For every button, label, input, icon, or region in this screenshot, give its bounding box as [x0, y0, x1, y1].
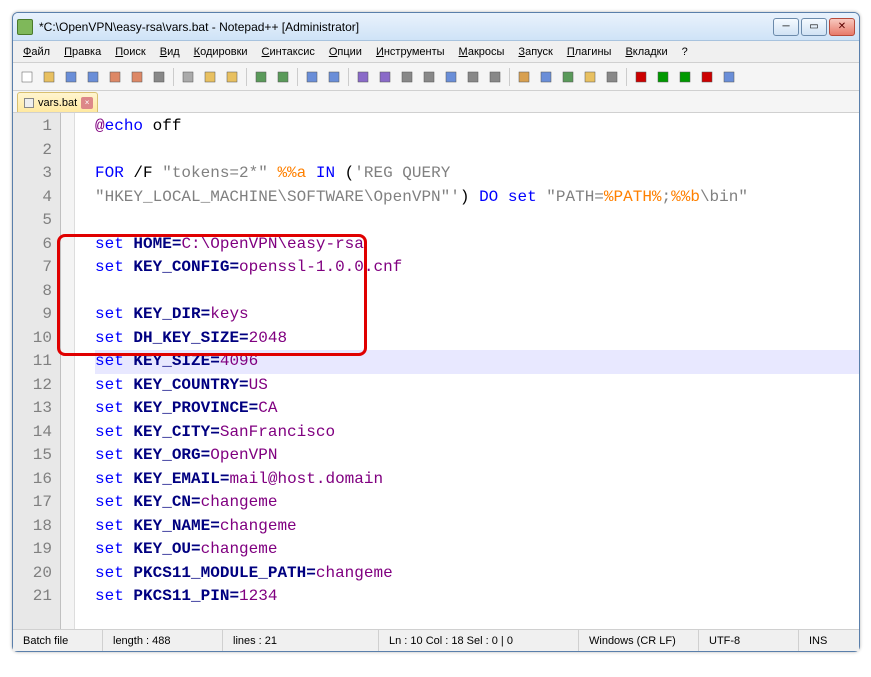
toolbar-separator	[246, 68, 247, 86]
code-line[interactable]: set KEY_NAME=changeme	[95, 515, 859, 539]
code-line[interactable]: set PKCS11_PIN=1234	[95, 585, 859, 609]
code-line[interactable]: set KEY_OU=changeme	[95, 538, 859, 562]
status-language: Batch file	[13, 630, 103, 651]
code-line[interactable]: @echo off	[95, 115, 859, 139]
status-lines: lines : 21	[223, 630, 379, 651]
code-line[interactable]: set KEY_CN=changeme	[95, 491, 859, 515]
menu-вкладки[interactable]: Вкладки	[619, 44, 673, 60]
code-line[interactable]: set KEY_CITY=SanFrancisco	[95, 421, 859, 445]
code-line[interactable]	[95, 139, 859, 163]
status-encoding: UTF-8	[699, 630, 799, 651]
play-icon[interactable]	[653, 67, 673, 87]
editor[interactable]: 123456789101112131415161718192021 @echo …	[13, 113, 859, 629]
file-tab[interactable]: vars.bat ×	[17, 92, 98, 112]
print-icon[interactable]	[149, 67, 169, 87]
code-line[interactable]: set KEY_EMAIL=mail@host.domain	[95, 468, 859, 492]
window-controls: ─ ▭ ✕	[773, 18, 855, 36]
window-title: *C:\OpenVPN\easy-rsa\vars.bat - Notepad+…	[39, 20, 773, 34]
code-line[interactable]: set KEY_ORG=OpenVPN	[95, 444, 859, 468]
menu-поиск[interactable]: Поиск	[109, 44, 151, 60]
menu-опции[interactable]: Опции	[323, 44, 368, 60]
menu-вид[interactable]: Вид	[154, 44, 186, 60]
code-line[interactable]: set DH_KEY_SIZE=2048	[95, 327, 859, 351]
sync-h-icon[interactable]	[419, 67, 439, 87]
tab-label: vars.bat	[38, 97, 77, 109]
maximize-button[interactable]: ▭	[801, 18, 827, 36]
app-window: *C:\OpenVPN\easy-rsa\vars.bat - Notepad+…	[12, 12, 860, 652]
code-line[interactable]: set KEY_SIZE=4096	[95, 350, 859, 374]
zoom-out-icon[interactable]	[375, 67, 395, 87]
code-line[interactable]: set KEY_PROVINCE=CA	[95, 397, 859, 421]
close-button[interactable]: ✕	[829, 18, 855, 36]
menu-кодировки[interactable]: Кодировки	[188, 44, 254, 60]
wrap-icon[interactable]	[441, 67, 461, 87]
code-line[interactable]: set KEY_DIR=keys	[95, 303, 859, 327]
menu-правка[interactable]: Правка	[58, 44, 107, 60]
tab-bar: vars.bat ×	[13, 91, 859, 113]
file-icon	[24, 98, 34, 108]
monitor-icon[interactable]	[602, 67, 622, 87]
title-bar[interactable]: *C:\OpenVPN\easy-rsa\vars.bat - Notepad+…	[13, 13, 859, 41]
save-all-icon[interactable]	[83, 67, 103, 87]
minimize-button[interactable]: ─	[773, 18, 799, 36]
tab-close-icon[interactable]: ×	[81, 97, 93, 109]
menu-инструменты[interactable]: Инструменты	[370, 44, 451, 60]
lang-user-icon[interactable]	[514, 67, 534, 87]
app-icon	[17, 19, 33, 35]
play-mult-icon[interactable]	[675, 67, 695, 87]
code-line[interactable]	[95, 609, 859, 630]
zoom-in-icon[interactable]	[353, 67, 373, 87]
menu-bar: ФайлПравкаПоискВидКодировкиСинтаксисОпци…	[13, 41, 859, 63]
toolbar-separator	[626, 68, 627, 86]
close-file-icon[interactable]	[105, 67, 125, 87]
code-line[interactable]: set KEY_COUNTRY=US	[95, 374, 859, 398]
record-icon[interactable]	[631, 67, 651, 87]
toolbar	[13, 63, 859, 91]
all-chars-icon[interactable]	[463, 67, 483, 87]
code-line[interactable]	[95, 280, 859, 304]
redo-icon[interactable]	[273, 67, 293, 87]
undo-icon[interactable]	[251, 67, 271, 87]
code-line[interactable]	[95, 209, 859, 233]
status-length: length : 488	[103, 630, 223, 651]
code-area[interactable]: @echo off FOR /F "tokens=2*" %%a IN ('RE…	[61, 113, 859, 629]
doc-map-icon[interactable]	[536, 67, 556, 87]
status-insert-mode: INS	[799, 630, 859, 651]
paste-icon[interactable]	[222, 67, 242, 87]
stop-icon[interactable]	[697, 67, 717, 87]
indent-guide-icon[interactable]	[485, 67, 505, 87]
toolbar-separator	[509, 68, 510, 86]
code-line[interactable]: "HKEY_LOCAL_MACHINE\SOFTWARE\OpenVPN"') …	[95, 186, 859, 210]
menu-макросы[interactable]: Макросы	[453, 44, 511, 60]
status-bar: Batch file length : 488 lines : 21 Ln : …	[13, 629, 859, 651]
folder-icon[interactable]	[580, 67, 600, 87]
toolbar-separator	[173, 68, 174, 86]
menu-файл[interactable]: Файл	[17, 44, 56, 60]
save-macro-icon[interactable]	[719, 67, 739, 87]
open-file-icon[interactable]	[39, 67, 59, 87]
status-eol: Windows (CR LF)	[579, 630, 699, 651]
save-file-icon[interactable]	[61, 67, 81, 87]
sync-v-icon[interactable]	[397, 67, 417, 87]
find-icon[interactable]	[302, 67, 322, 87]
menu-синтаксис[interactable]: Синтаксис	[256, 44, 321, 60]
menu-запуск[interactable]: Запуск	[512, 44, 558, 60]
line-number-gutter: 123456789101112131415161718192021	[13, 113, 61, 629]
new-file-icon[interactable]	[17, 67, 37, 87]
status-position: Ln : 10 Col : 18 Sel : 0 | 0	[379, 630, 579, 651]
toolbar-separator	[297, 68, 298, 86]
func-list-icon[interactable]	[558, 67, 578, 87]
close-all-icon[interactable]	[127, 67, 147, 87]
menu-?[interactable]: ?	[676, 44, 694, 60]
code-line[interactable]: set HOME=C:\OpenVPN\easy-rsa	[95, 233, 859, 257]
menu-плагины[interactable]: Плагины	[561, 44, 618, 60]
toolbar-separator	[348, 68, 349, 86]
code-line[interactable]: set KEY_CONFIG=openssl-1.0.0.cnf	[95, 256, 859, 280]
code-line[interactable]: FOR /F "tokens=2*" %%a IN ('REG QUERY	[95, 162, 859, 186]
copy-icon[interactable]	[200, 67, 220, 87]
code-line[interactable]: set PKCS11_MODULE_PATH=changeme	[95, 562, 859, 586]
cut-icon[interactable]	[178, 67, 198, 87]
replace-icon[interactable]	[324, 67, 344, 87]
